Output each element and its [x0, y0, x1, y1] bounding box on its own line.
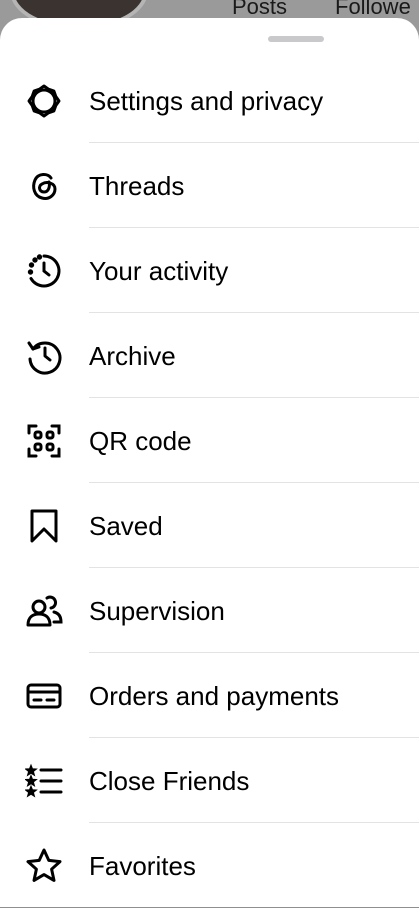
menu-item-label: Orders and payments [89, 681, 340, 711]
menu-item-label: Close Friends [89, 766, 250, 796]
menu-item-label: Supervision [89, 596, 225, 626]
menu-item-archive[interactable]: Archive [0, 313, 419, 398]
threads-icon [25, 167, 63, 205]
star-icon [25, 847, 63, 885]
menu-item-label: QR code [89, 426, 192, 456]
bottom-sheet: Settings and privacy Threads Your activi… [0, 18, 419, 907]
followers-stat-label: Followe [335, 0, 411, 19]
menu-item-label: Threads [89, 171, 185, 201]
menu-item-saved[interactable]: Saved [0, 483, 419, 568]
archive-history-icon [25, 337, 63, 375]
menu-item-label: Saved [89, 511, 163, 541]
menu-item-qr-code[interactable]: QR code [0, 398, 419, 483]
activity-clock-icon [25, 252, 63, 290]
settings-gear-icon [25, 82, 63, 120]
menu-item-settings-and-privacy[interactable]: Settings and privacy [0, 58, 419, 143]
credit-card-icon [25, 677, 63, 715]
menu-item-close-friends[interactable]: Close Friends [0, 738, 419, 823]
posts-stat-label: Posts [232, 0, 288, 19]
menu-item-threads[interactable]: Threads [0, 143, 419, 228]
menu-item-label: Archive [89, 341, 176, 371]
qr-code-icon [25, 422, 63, 460]
menu-item-your-activity[interactable]: Your activity [0, 228, 419, 313]
menu-item-orders-and-payments[interactable]: Orders and payments [0, 653, 419, 738]
menu-item-label: Favorites [89, 851, 196, 881]
menu-item-favorites[interactable]: Favorites [0, 823, 419, 908]
bookmark-icon [25, 507, 63, 545]
profile-menu: Settings and privacy Threads Your activi… [0, 58, 419, 908]
menu-item-label: Settings and privacy [89, 86, 324, 116]
sheet-drag-handle[interactable] [268, 36, 324, 42]
close-friends-list-icon [25, 762, 63, 800]
menu-item-label: Your activity [89, 256, 229, 286]
menu-item-supervision[interactable]: Supervision [0, 568, 419, 653]
supervision-people-icon [25, 592, 63, 630]
